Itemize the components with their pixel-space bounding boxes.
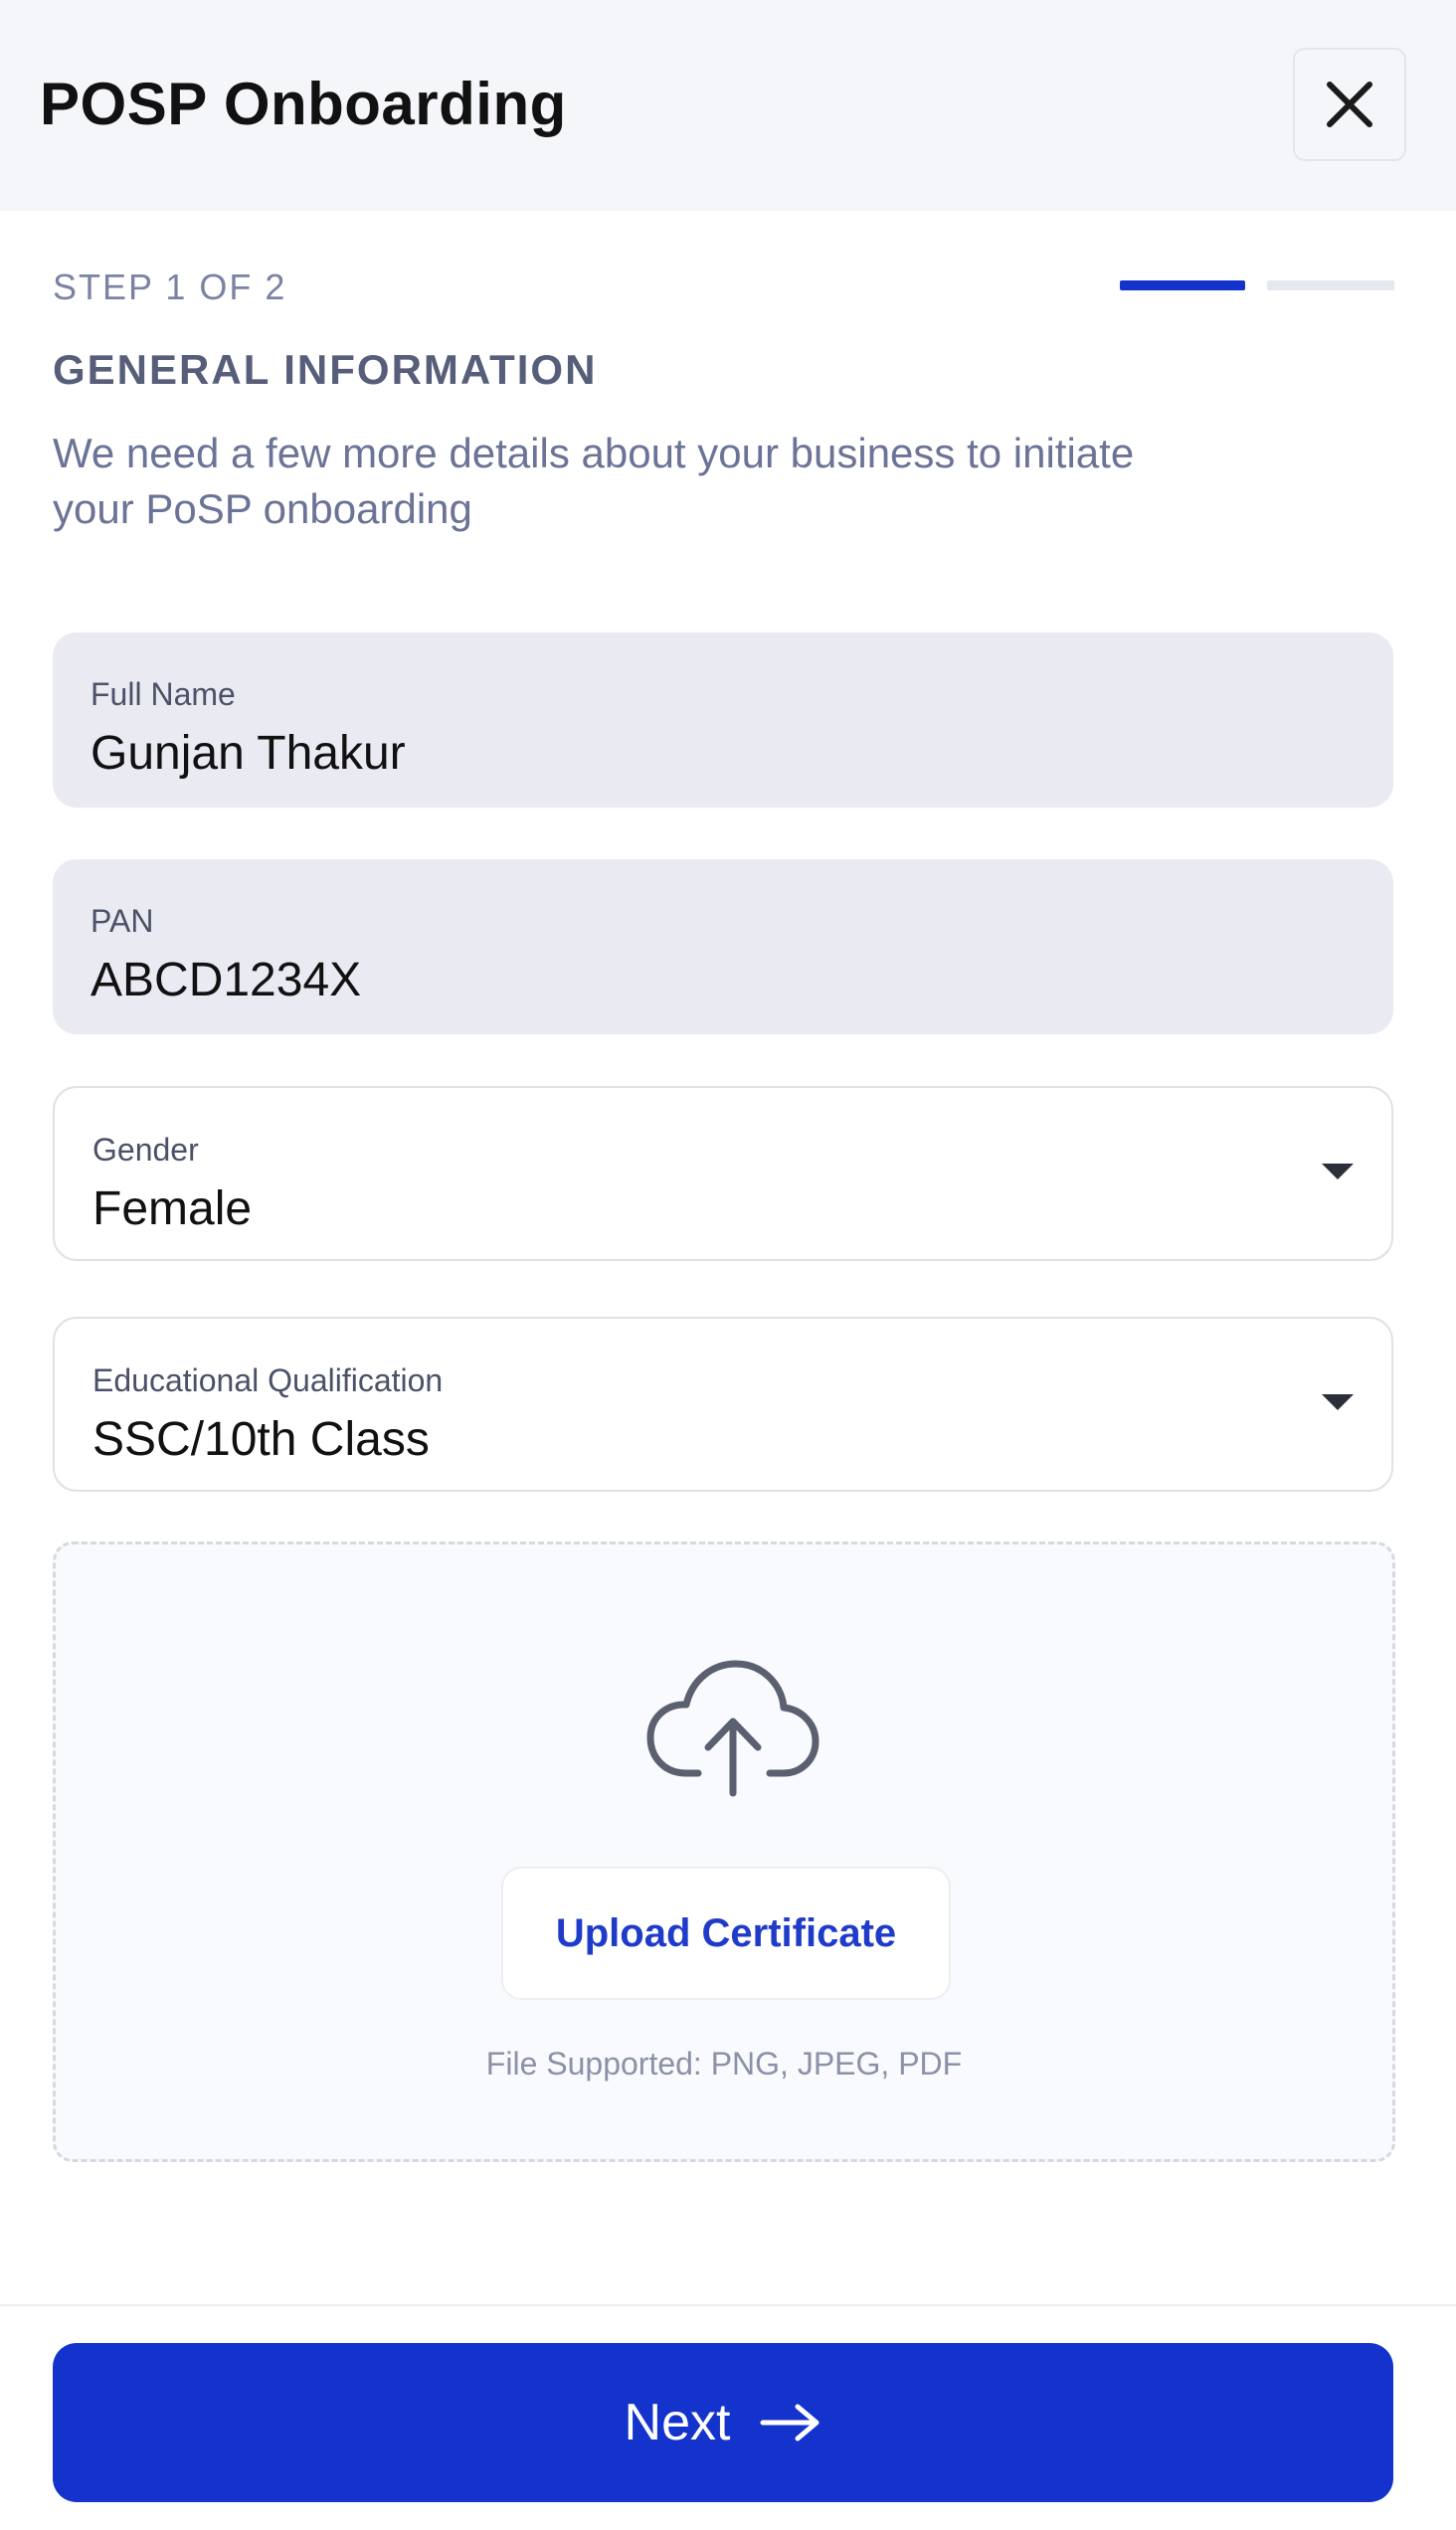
step-indicator: STEP 1 OF 2 [53,267,287,307]
full-name-field[interactable]: Full Name Gunjan Thakur [53,632,1393,808]
header: POSP Onboarding [0,0,1456,211]
education-label: Educational Qualification [92,1362,444,1398]
gender-label: Gender [92,1132,199,1168]
upload-certificate-button[interactable]: Upload Certificate [501,1867,951,2000]
pan-label: PAN [91,903,154,939]
full-name-label: Full Name [91,676,236,712]
education-value: SSC/10th Class [92,1413,430,1466]
upload-dropzone[interactable]: Upload Certificate File Supported: PNG, … [53,1541,1395,2162]
section-description: We need a few more details about your bu… [53,430,1135,532]
pan-field[interactable]: PAN ABCD1234X [53,859,1393,1034]
education-select[interactable]: Educational Qualification SSC/10th Class [53,1317,1393,1492]
close-button[interactable] [1293,48,1406,161]
full-name-value: Gunjan Thakur [91,727,406,780]
cloud-upload-icon [646,1660,819,1797]
footer-divider [0,2304,1456,2306]
next-label: Next [624,2394,731,2451]
next-button[interactable]: Next [53,2343,1393,2502]
section-title: GENERAL INFORMATION [53,346,598,393]
gender-select[interactable]: Gender Female [53,1086,1393,1261]
progress-step-2 [1267,280,1394,290]
progress-step-1 [1120,280,1245,290]
caret-down-icon [1322,1164,1354,1179]
pan-value: ABCD1234X [91,954,362,1006]
arrow-right-icon [760,2404,819,2441]
page-title: POSP Onboarding [40,71,567,137]
file-supported-text: File Supported: PNG, JPEG, PDF [485,2046,963,2081]
close-icon [1327,82,1372,127]
caret-down-icon [1322,1394,1354,1410]
gender-value: Female [92,1182,253,1235]
